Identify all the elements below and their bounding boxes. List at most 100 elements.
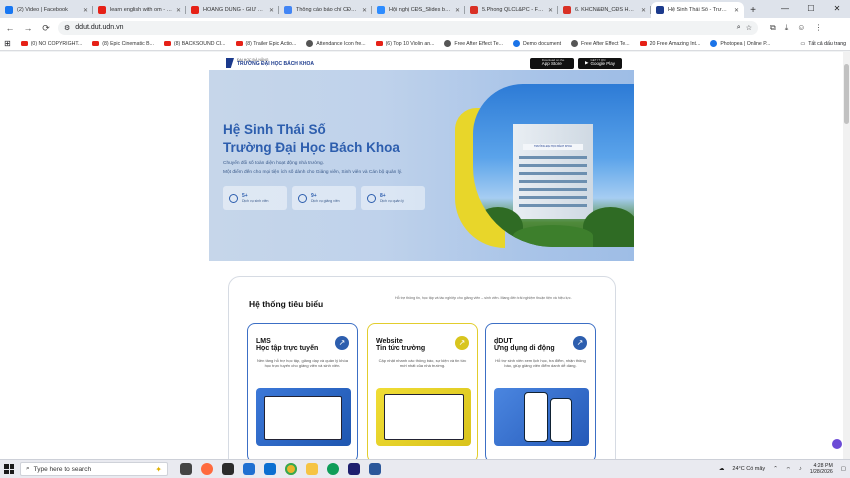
website-illustration [376,388,471,446]
users-icon [229,193,238,203]
tab-close-icon[interactable]: ✕ [548,7,553,14]
bookmark-label: (8) Trailer Epic Actio... [245,40,297,47]
card-website[interactable]: Website Tin tức trường ↗ Cập nhật nhanh … [367,323,478,459]
logo-mark-icon [226,58,234,68]
tab-favicon-icon [563,6,571,14]
tab-close-icon[interactable]: ✕ [641,7,646,14]
tab-label: 6. KHCN&ĐN_CĐS HTQT... [575,7,637,13]
arrow-up-right-icon[interactable]: ↗ [573,336,587,350]
reload-button[interactable]: ⟳ [40,22,52,34]
volume-icon[interactable]: ♪ [799,466,802,472]
edge-icon[interactable] [327,463,339,475]
browser-tab[interactable]: 6. KHCN&ĐN_CĐS HTQT... ✕ [558,2,651,18]
tab-close-icon[interactable]: ✕ [734,7,739,14]
bookmark-favicon-icon [20,41,28,46]
copilot-icon[interactable] [201,463,213,475]
tray-chevron-icon[interactable]: ⌃ [773,466,778,472]
search-highlight-icon: ✦ [155,464,162,474]
card-lms[interactable]: LMS Học tập trực tuyến ↗ Nền tảng hỗ trợ… [247,323,358,459]
scrollbar-thumb[interactable] [844,64,849,124]
app-store-badges: Download on the App Store ▶ GET IT ON Go… [530,57,622,69]
download-icon[interactable]: ⤓ [785,23,789,33]
hero-subtitle-line2: Một điểm đến cho mọi tiện ích số dành ch… [223,170,403,175]
hero-image: TRƯỜNG ĐẠI HỌC BÁCH KHOA [455,84,634,248]
browser-tab[interactable]: Hệ Sinh Thái Số - Trường... ✕ [651,2,744,18]
menu-icon[interactable]: ⋮ [814,23,822,33]
bookmark-item[interactable]: (8) Epic Cinematic B... [92,40,154,47]
outlook-icon[interactable] [264,463,276,475]
tab-label: learn english with om - Y... [110,7,172,13]
bookmark-item[interactable]: 20 Free Amazing Int... [639,40,700,47]
toolbar-actions: ⧉ ⤓ ☺ ⋮ [770,23,822,33]
bookmark-star-icon[interactable]: ☆ [746,24,752,32]
bookmark-item[interactable]: Attendance Icon fre... [306,40,366,47]
tab-close-icon[interactable]: ✕ [455,7,460,14]
browser-tab[interactable]: 5.Phong QLCL&PC - Fina... ✕ [465,2,558,18]
hero-subtitle-line1: Chuyển đổi số toàn diện hoạt động nhà tr… [223,161,325,166]
windows-taskbar: ⌕ Type here to search ✦ ☁ 24°C Có mây ⌃ … [0,459,850,478]
tab-label: (2) Video | Facebook [17,7,68,13]
bookmark-favicon-icon [92,41,100,46]
profile-icon[interactable]: ☺ [797,23,805,33]
taskbar-search[interactable]: ⌕ Type here to search ✦ [20,462,168,476]
clock[interactable]: 4:28 PM 1/28/2026 [810,463,833,476]
windows-start-icon[interactable] [4,464,14,474]
bookmark-item[interactable]: (8) BACKSOUND CI... [163,40,226,47]
forward-button[interactable]: → [22,22,34,34]
tab-close-icon[interactable]: ✕ [362,7,367,14]
chrome-icon[interactable] [285,463,297,475]
url-text[interactable]: ddut.dut.udn.vn [75,24,732,31]
tab-close-icon[interactable]: ✕ [83,7,88,14]
site-info-icon[interactable]: ⚙ [64,24,70,32]
tab-close-icon[interactable]: ✕ [176,7,181,14]
tab-close-icon[interactable]: ✕ [269,7,274,14]
browser-tab[interactable]: (2) Video | Facebook ✕ [0,2,93,18]
minimize-button[interactable]: — [772,0,798,18]
tab-favicon-icon [470,6,478,14]
arrow-up-right-icon[interactable]: ↗ [455,336,469,350]
google-play-button[interactable]: ▶ GET IT ON Google Play [578,57,622,69]
browser-tab[interactable]: Hội nghị CĐS_Slides báo... ✕ [372,2,465,18]
university-logo[interactable]: ĐẠI HỌC ĐÀ NẴNG TRƯỜNG ĐẠI HỌC BÁCH KHOA [226,58,314,68]
maximize-button[interactable]: ☐ [798,0,824,18]
bookmark-favicon-icon [375,41,383,46]
bookmark-item[interactable]: (6) Top 10 Violin an... [375,40,434,47]
bookmark-item[interactable]: (0) NO COPYRIGHT... [20,40,82,47]
task-view-icon[interactable] [180,463,192,475]
bookmark-item[interactable]: (8) Trailer Epic Actio... [235,40,297,47]
close-window-button[interactable]: ✕ [824,0,850,18]
bookmark-item[interactable]: Demo document [512,40,561,47]
page-viewport: ĐẠI HỌC ĐÀ NẴNG TRƯỜNG ĐẠI HỌC BÁCH KHOA… [0,52,850,459]
browser-tab[interactable]: Thông cáo báo chí CĐS 2... ✕ [279,2,372,18]
extensions-icon[interactable]: ⧉ [770,23,776,33]
taskbar-search-placeholder: Type here to search [33,465,92,473]
search-icon[interactable]: ⌕ [737,24,741,32]
apps-grid-icon[interactable]: ⊞ [4,39,11,48]
notifications-icon[interactable]: ▢ [841,466,846,472]
word-icon[interactable] [369,463,381,475]
weather-text[interactable]: 24°C Có mây [732,466,765,472]
app-icon[interactable] [348,463,360,475]
bookmark-favicon-icon [710,40,718,47]
pen-app-icon[interactable] [243,463,255,475]
browser-tab[interactable]: HOÀNG DŨNG - GIỮ ANH... ✕ [186,2,279,18]
arrow-up-right-icon[interactable]: ↗ [335,336,349,350]
back-button[interactable]: ← [4,22,16,34]
network-icon[interactable]: ⌔ [786,466,791,473]
all-bookmarks[interactable]: ▭ Tất cả dấu trang [800,41,846,47]
campus-building-photo: TRƯỜNG ĐẠI HỌC BÁCH KHOA [473,84,634,247]
new-tab-button[interactable]: + [746,4,760,18]
chat-widget-icon[interactable] [832,439,842,449]
browser-tab[interactable]: learn english with om - Y... ✕ [93,2,186,18]
bookmark-item[interactable]: Free After Effect Te... [571,40,630,47]
bookmark-item[interactable]: Photopea | Online P... [710,40,770,47]
address-bar[interactable]: ⚙ ddut.dut.udn.vn ⌕ ☆ [58,20,758,35]
bookmark-favicon-icon [444,40,452,47]
bookmark-item[interactable]: Free After Effect Te... [444,40,503,47]
page-scrollbar[interactable] [843,52,850,459]
file-explorer-icon[interactable] [306,463,318,475]
app-store-button[interactable]: Download on the App Store [530,57,574,69]
weather-icon[interactable]: ☁ [719,466,725,472]
media-app-icon[interactable] [222,463,234,475]
card-ddut[interactable]: dDUT Ứng dụng di động ↗ Hỗ trợ sinh viên… [485,323,596,459]
